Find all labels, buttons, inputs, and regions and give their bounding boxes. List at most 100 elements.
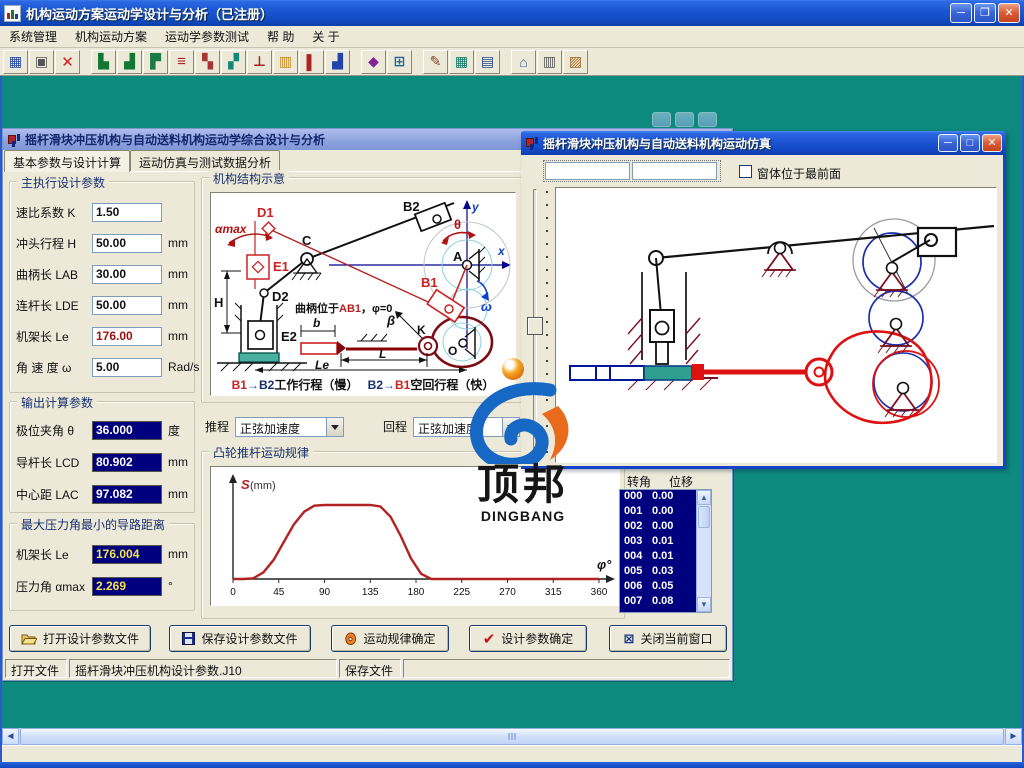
- app-statusbar: [2, 745, 1022, 762]
- group-pressure-angle: 最大压力角最小的导路距离 机架长 Le176.004mm 压力角 αmax2.2…: [9, 523, 195, 611]
- ram-icon[interactable]: ▥: [537, 50, 562, 74]
- group-cam-motion-title: 凸轮推杆运动规律: [209, 444, 313, 461]
- tab-strip: 基本参数与设计计算 运动仿真与测试数据分析: [4, 150, 280, 171]
- sim-field-2[interactable]: [632, 162, 717, 180]
- close-button[interactable]: ✕: [998, 3, 1020, 23]
- hscroll-thumb[interactable]: [20, 728, 1004, 745]
- param-unit-le: mm: [168, 329, 188, 343]
- simulation-window-title: 摇杆滑块冲压机构与自动送料机构运动仿真: [543, 135, 936, 152]
- status-save-label: 保存文件: [339, 659, 401, 678]
- open-folder-icon: [21, 632, 37, 645]
- svg-text:180: 180: [408, 587, 425, 598]
- table-row: 0010.00: [620, 505, 696, 520]
- param-input-lab[interactable]: 30.00: [92, 265, 162, 284]
- mechanism-gear-icon[interactable]: ▟: [325, 50, 350, 74]
- app-titlebar: 机构运动方案运动学设计与分析（已注册） ─ ❐ ✕: [0, 0, 1024, 26]
- mechanism-guide-icon[interactable]: ▟: [117, 50, 142, 74]
- motion-law-confirm-button[interactable]: 运动规律确定: [331, 625, 449, 652]
- scroll-thumb[interactable]: [698, 506, 710, 528]
- out-label-theta: 极位夹角 θ: [16, 422, 92, 439]
- cam-chart-svg: S (mm) φ° 04590135180225270315360: [211, 467, 619, 605]
- monitor-icon[interactable]: ▦: [449, 50, 474, 74]
- push-motion-select: 推程 正弦加速度: [205, 417, 344, 437]
- menu-help[interactable]: 帮 助: [258, 26, 303, 47]
- table-scrollbar[interactable]: ▲ ▼: [696, 490, 711, 612]
- print-icon[interactable]: ▣: [29, 50, 54, 74]
- svg-text:270: 270: [499, 587, 516, 598]
- scroll-up-icon[interactable]: ▲: [697, 490, 711, 505]
- open-params-file-button[interactable]: 打开设计参数文件: [9, 625, 151, 652]
- scroll-down-icon[interactable]: ▼: [697, 597, 711, 612]
- tab-simulation-analysis[interactable]: 运动仿真与测试数据分析: [130, 150, 280, 171]
- svg-text:135: 135: [362, 587, 379, 598]
- push-motion-dropdown-icon[interactable]: [327, 417, 344, 437]
- angle-displacement-listbox[interactable]: 0000.00 0010.00 0020.00 0030.01 0040.01 …: [619, 489, 712, 613]
- svg-text:315: 315: [545, 587, 562, 598]
- menu-system[interactable]: 系统管理: [0, 26, 66, 47]
- document-edit-icon[interactable]: ✎: [423, 50, 448, 74]
- param-input-lde[interactable]: 50.00: [92, 296, 162, 315]
- clipboard-icon[interactable]: ▨: [563, 50, 588, 74]
- param-unit-lab: mm: [168, 267, 188, 281]
- mechanism-rocker-icon[interactable]: ▛: [143, 50, 168, 74]
- sim-maximize-button[interactable]: □: [960, 134, 980, 152]
- topmost-checkbox[interactable]: [739, 165, 752, 178]
- monitor-chart-icon[interactable]: ⊞: [387, 50, 412, 74]
- mechanism-bars-icon[interactable]: ≡: [169, 50, 194, 74]
- mdi-horizontal-scrollbar[interactable]: ◄ ►: [2, 728, 1022, 745]
- svg-text:L: L: [379, 347, 386, 361]
- scroll-right-icon[interactable]: ►: [1005, 728, 1022, 745]
- diagram-caption: B1→B2工作行程（慢） B2→B1空回行程（快）: [211, 376, 515, 393]
- application-window: 机构运动方案运动学设计与分析（已注册） ─ ❐ ✕ 系统管理 机构运动方案 运动…: [0, 0, 1024, 768]
- return-motion-value[interactable]: 正弦加速度: [413, 417, 503, 437]
- minimize-button[interactable]: ─: [950, 3, 972, 23]
- table-col-displacement: 位移: [669, 473, 693, 490]
- param-input-omega[interactable]: 5.00: [92, 358, 162, 377]
- mechanism-cam-icon[interactable]: ▥: [273, 50, 298, 74]
- pr-label-le: 机架长 Le: [16, 546, 92, 563]
- pr-value-le: 176.004: [92, 545, 162, 564]
- push-motion-value[interactable]: 正弦加速度: [235, 417, 327, 437]
- close-current-window-button[interactable]: ⊠ 关闭当前窗口: [609, 625, 727, 652]
- delete-icon[interactable]: ✕: [55, 50, 80, 74]
- svg-text:β: β: [386, 313, 395, 328]
- param-label-lde: 连杆长 LDE: [16, 297, 92, 314]
- sim-minimize-button[interactable]: ─: [938, 134, 958, 152]
- status-open-label: 打开文件: [5, 659, 67, 678]
- svg-text:K: K: [417, 323, 426, 337]
- param-input-le[interactable]: 176.00: [92, 327, 162, 346]
- mechanism-linkage-icon[interactable]: ▞: [221, 50, 246, 74]
- help-book-icon[interactable]: ◆: [361, 50, 386, 74]
- param-input-k[interactable]: 1.50: [92, 203, 162, 222]
- svg-text:D1: D1: [257, 205, 274, 220]
- menu-about[interactable]: 关 于: [303, 26, 348, 47]
- project-tree-icon[interactable]: ▦: [3, 50, 28, 74]
- monitor-doc-icon[interactable]: ▤: [475, 50, 500, 74]
- scroll-left-icon[interactable]: ◄: [2, 728, 19, 745]
- mechanism-press-icon[interactable]: ⊥: [247, 50, 272, 74]
- restore-button[interactable]: ❐: [974, 3, 996, 23]
- mechanism-slider-icon[interactable]: ▙: [91, 50, 116, 74]
- menu-mechanism-scheme[interactable]: 机构运动方案: [66, 26, 156, 47]
- param-input-h[interactable]: 50.00: [92, 234, 162, 253]
- computer-icon[interactable]: ⌂: [511, 50, 536, 74]
- param-label-h: 冲头行程 H: [16, 235, 92, 252]
- tab-basic-params[interactable]: 基本参数与设计计算: [4, 150, 130, 172]
- design-params-confirm-button[interactable]: ✔ 设计参数确定: [469, 625, 587, 652]
- cam-chart-canvas: S (mm) φ° 04590135180225270315360: [210, 466, 620, 606]
- mechanism-crank-icon[interactable]: ▚: [195, 50, 220, 74]
- svg-text:曲柄位于AB1，φ=0: 曲柄位于AB1，φ=0: [295, 301, 392, 315]
- svg-text:y: y: [471, 200, 480, 214]
- mechanism-door-icon[interactable]: ▌: [299, 50, 324, 74]
- sim-field-1[interactable]: [545, 162, 630, 180]
- return-motion-dropdown-icon[interactable]: [503, 417, 520, 437]
- trackbar-thumb[interactable]: [527, 317, 543, 335]
- save-params-file-button[interactable]: 保存设计参数文件: [169, 625, 311, 652]
- param-label-k: 速比系数 K: [16, 204, 92, 221]
- trackbar-ticks: [546, 191, 548, 463]
- menu-kinematics-test[interactable]: 运动学参数测试: [156, 26, 258, 47]
- sim-close-button[interactable]: ✕: [982, 134, 1002, 152]
- table-row: 0040.01: [620, 550, 696, 565]
- speed-trackbar[interactable]: [525, 189, 551, 465]
- table-row: 0020.00: [620, 520, 696, 535]
